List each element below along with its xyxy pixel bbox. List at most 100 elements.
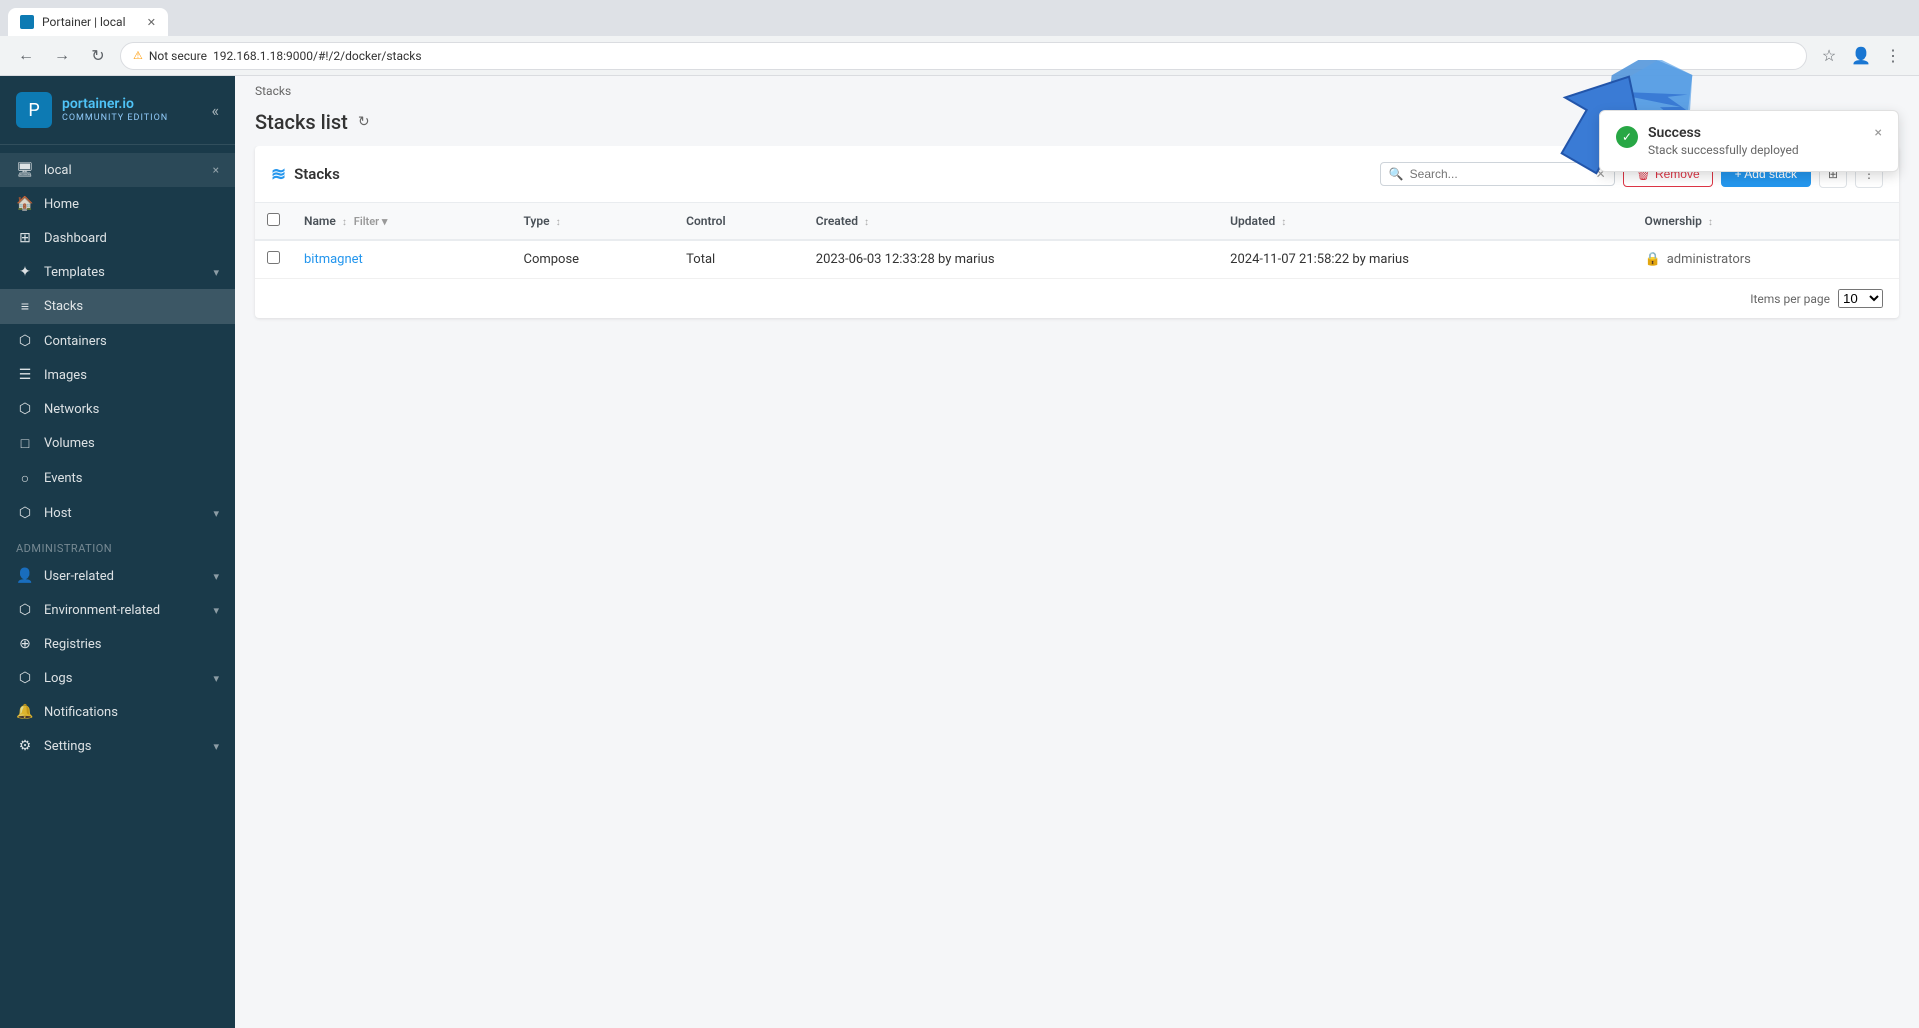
col-control-label: Control	[686, 214, 725, 228]
browser-tabs: Portainer | local ✕	[8, 0, 168, 36]
environment-related-icon: ⬡	[16, 602, 34, 618]
sidebar-item-notifications[interactable]: 🔔 Notifications	[0, 695, 235, 729]
security-icon: ⚠	[133, 49, 143, 62]
col-header-type[interactable]: Type ↕	[511, 203, 674, 240]
address-bar[interactable]: ⚠ Not secure 192.168.1.18:9000/#!/2/dock…	[120, 42, 1807, 70]
row-created-cell: 2023-06-03 12:33:28 by marius	[804, 240, 1218, 279]
row-type-cell: Compose	[511, 240, 674, 279]
sidebar-item-networks-label: Networks	[44, 402, 99, 417]
table-header-row: Name ↕ Filter ▾ Type ↕ Control	[255, 203, 1899, 240]
admin-section-label: Administration	[0, 530, 235, 559]
back-button[interactable]: ←	[12, 42, 40, 70]
tab-favicon	[20, 15, 34, 29]
reload-button[interactable]: ↻	[84, 42, 112, 70]
panel-title-text: Stacks	[294, 165, 340, 183]
logo-area: P portainer.io COMMUNITY EDITION	[16, 92, 168, 128]
templates-chevron-icon: ▾	[213, 266, 219, 279]
sidebar-item-logs[interactable]: ⬡ Logs ▾	[0, 661, 235, 695]
success-toast: ✓ Success Stack successfully deployed ×	[1599, 110, 1899, 172]
items-per-page-label: Items per page	[1750, 292, 1830, 306]
sidebar-item-events[interactable]: ○ Events	[0, 461, 235, 496]
sidebar-item-dashboard-label: Dashboard	[44, 231, 107, 246]
logs-chevron-icon: ▾	[213, 672, 219, 685]
toast-title: Success	[1648, 125, 1865, 141]
created-sort-icon: ↕	[864, 217, 869, 228]
row-checkbox[interactable]	[267, 251, 280, 264]
host-chevron-icon: ▾	[213, 507, 219, 520]
type-sort-icon: ↕	[556, 217, 561, 228]
volumes-icon: □	[16, 435, 34, 452]
logo-icon: P	[16, 92, 52, 128]
col-header-updated[interactable]: Updated ↕	[1218, 203, 1632, 240]
sidebar-item-logs-label: Logs	[44, 671, 72, 686]
app-container: P portainer.io COMMUNITY EDITION « 🖥 loc…	[0, 76, 1919, 1028]
sidebar-item-home[interactable]: 🏠 Home	[0, 187, 235, 221]
settings-icon: ⚙	[16, 738, 34, 754]
toast-close-button[interactable]: ×	[1875, 125, 1882, 141]
row-checkbox-cell	[255, 240, 292, 279]
ownership-cell-content: 🔒 administrators	[1645, 252, 1887, 267]
sidebar-item-settings[interactable]: ⚙ Settings ▾	[0, 729, 235, 763]
browser-nav: ← → ↻ ⚠ Not secure 192.168.1.18:9000/#!/…	[0, 36, 1919, 76]
address-text: 192.168.1.18:9000/#!/2/docker/stacks	[213, 49, 422, 63]
select-all-checkbox[interactable]	[267, 213, 280, 226]
sidebar-item-dashboard[interactable]: ⊞ Dashboard	[0, 221, 235, 255]
bookmark-button[interactable]: ☆	[1815, 42, 1843, 70]
sidebar-item-notifications-label: Notifications	[44, 705, 118, 720]
sidebar-item-environment-related[interactable]: ⬡ Environment-related ▾	[0, 593, 235, 627]
sidebar-item-user-related[interactable]: 👤 User-related ▾	[0, 559, 235, 593]
sidebar: P portainer.io COMMUNITY EDITION « 🖥 loc…	[0, 76, 235, 1028]
col-header-created[interactable]: Created ↕	[804, 203, 1218, 240]
refresh-button[interactable]: ↻	[358, 114, 370, 130]
sidebar-item-templates[interactable]: ✦ Templates ▾	[0, 255, 235, 289]
sidebar-item-networks[interactable]: ⬡ Networks	[0, 392, 235, 426]
ownership-value: administrators	[1667, 252, 1751, 267]
sidebar-item-volumes[interactable]: □ Volumes	[0, 426, 235, 461]
sidebar-item-stacks-label: Stacks	[44, 299, 83, 314]
sidebar-item-host[interactable]: ⬡ Host ▾	[0, 496, 235, 530]
stack-name-link[interactable]: bitmagnet	[304, 252, 363, 267]
host-icon: ⬡	[16, 505, 34, 521]
col-header-name[interactable]: Name ↕ Filter ▾	[292, 203, 511, 240]
row-control-cell: Total	[674, 240, 804, 279]
col-header-ownership[interactable]: Ownership ↕	[1633, 203, 1899, 240]
sidebar-item-user-related-label: User-related	[44, 569, 114, 584]
menu-button[interactable]: ⋮	[1879, 42, 1907, 70]
content-area: ≋ Stacks 🔍 ✕ 🗑 Remove	[235, 146, 1919, 1028]
sidebar-item-host-label: Host	[44, 506, 72, 521]
ownership-sort-icon: ↕	[1708, 217, 1713, 228]
items-per-page-select[interactable]: 10 25 50 100	[1838, 289, 1883, 308]
filter-button[interactable]: Filter ▾	[354, 215, 388, 228]
select-all-header	[255, 203, 292, 240]
col-name-label: Name	[304, 214, 336, 228]
table-row: bitmagnet Compose Total 2023-06-03 12:33…	[255, 240, 1899, 279]
events-icon: ○	[16, 470, 34, 487]
col-type-label: Type	[523, 214, 549, 228]
browser-tab-active[interactable]: Portainer | local ✕	[8, 8, 168, 36]
tab-close-button[interactable]: ✕	[147, 16, 156, 29]
sidebar-item-local[interactable]: 🖥 local ×	[0, 153, 235, 187]
sidebar-item-templates-label: Templates	[44, 265, 105, 280]
forward-button[interactable]: →	[48, 42, 76, 70]
settings-chevron-icon: ▾	[213, 740, 219, 753]
logo-text: portainer.io COMMUNITY EDITION	[62, 96, 168, 124]
sidebar-item-stacks[interactable]: ≡ Stacks	[0, 289, 235, 324]
notifications-icon: 🔔	[16, 704, 34, 720]
browser-chrome: Portainer | local ✕	[0, 0, 1919, 36]
sidebar-env-label: local	[44, 163, 72, 178]
toast-message: Stack successfully deployed	[1648, 143, 1865, 157]
col-header-control: Control	[674, 203, 804, 240]
sidebar-nav: 🖥 local × 🏠 Home ⊞ Dashboard ✦ Templates…	[0, 145, 235, 1028]
sidebar-item-images[interactable]: ☰ Images	[0, 358, 235, 392]
profile-button[interactable]: 👤	[1847, 42, 1875, 70]
row-updated-cell: 2024-11-07 21:58:22 by marius	[1218, 240, 1632, 279]
containers-icon: ⬡	[16, 333, 34, 349]
table-footer: Items per page 10 25 50 100	[255, 279, 1899, 318]
sidebar-env-close[interactable]: ×	[213, 163, 219, 177]
local-env-icon: 🖥	[16, 162, 34, 178]
sidebar-item-containers[interactable]: ⬡ Containers	[0, 324, 235, 358]
sidebar-item-registries[interactable]: ⊕ Registries	[0, 627, 235, 661]
ownership-icon: 🔒	[1645, 252, 1661, 267]
search-input[interactable]	[1410, 167, 1590, 181]
sidebar-collapse-button[interactable]: «	[211, 101, 219, 120]
